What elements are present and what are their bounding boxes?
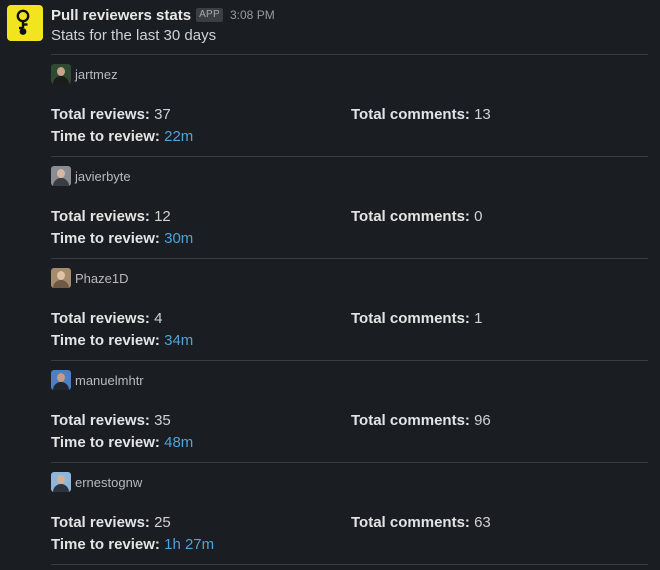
reviewer-user: javierbyte [51, 166, 131, 186]
total-comments: Total comments: 63 [351, 514, 491, 531]
total-comments-label: Total comments: [351, 412, 470, 429]
total-comments-label: Total comments: [351, 514, 470, 531]
avatar[interactable] [51, 268, 71, 288]
total-reviews: Total reviews: 37 [51, 106, 171, 123]
time-to-review-value[interactable]: 48m [164, 434, 193, 451]
total-reviews-label: Total reviews: [51, 208, 150, 225]
total-comments: Total comments: 0 [351, 208, 482, 225]
bot-message: Pull reviewers stats APP 3:08 PM Stats f… [0, 0, 660, 570]
total-comments-value: 96 [474, 412, 491, 429]
time-to-review-value[interactable]: 34m [164, 332, 193, 349]
reviewer-user: manuelmhtr [51, 370, 144, 390]
total-reviews-value: 4 [154, 310, 163, 327]
total-comments: Total comments: 96 [351, 412, 491, 429]
time-to-review: Time to review: 48m [51, 434, 193, 451]
total-comments-label: Total comments: [351, 310, 470, 327]
time-to-review-label: Time to review: [51, 434, 160, 451]
app-badge: APP [196, 8, 223, 22]
total-comments-value: 0 [474, 208, 483, 225]
reviewer-username[interactable]: javierbyte [75, 169, 131, 184]
sender-name[interactable]: Pull reviewers stats [51, 7, 191, 24]
reviewer-block: javierbyte Total reviews: 12 Total comme… [51, 157, 648, 258]
app-avatar[interactable] [7, 5, 43, 41]
time-to-review: Time to review: 34m [51, 332, 193, 349]
total-reviews: Total reviews: 25 [51, 514, 171, 531]
time-to-review-value[interactable]: 30m [164, 230, 193, 247]
reviewer-username[interactable]: Phaze1D [75, 271, 128, 286]
avatar[interactable] [51, 166, 71, 186]
total-comments-value: 13 [474, 106, 491, 123]
total-reviews-value: 12 [154, 208, 171, 225]
total-comments-value: 1 [474, 310, 483, 327]
message-subtitle: Stats for the last 30 days [51, 27, 217, 44]
total-reviews-value: 37 [154, 106, 171, 123]
message-header: Pull reviewers stats APP 3:08 PM [51, 5, 275, 25]
time-to-review-label: Time to review: [51, 128, 160, 145]
reviewer-block: ernestognw Total reviews: 25 Total comme… [51, 463, 648, 564]
reviewer-user: Phaze1D [51, 268, 128, 288]
git-branch-icon [16, 9, 30, 35]
total-reviews: Total reviews: 4 [51, 310, 162, 327]
reviewer-username[interactable]: manuelmhtr [75, 373, 144, 388]
total-comments-value: 63 [474, 514, 491, 531]
time-to-review-label: Time to review: [51, 230, 160, 247]
reviewer-block: Phaze1D Total reviews: 4 Total comments:… [51, 259, 648, 360]
total-reviews-value: 25 [154, 514, 171, 531]
total-reviews: Total reviews: 35 [51, 412, 171, 429]
time-to-review-value[interactable]: 22m [164, 128, 193, 145]
total-comments-label: Total comments: [351, 208, 470, 225]
time-to-review: Time to review: 22m [51, 128, 193, 145]
time-to-review-label: Time to review: [51, 536, 160, 553]
reviewer-user: jartmez [51, 64, 118, 84]
time-to-review-label: Time to review: [51, 332, 160, 349]
total-reviews-value: 35 [154, 412, 171, 429]
time-to-review: Time to review: 30m [51, 230, 193, 247]
reviewer-username[interactable]: jartmez [75, 67, 118, 82]
total-comments-label: Total comments: [351, 106, 470, 123]
reviewer-username[interactable]: ernestognw [75, 475, 142, 490]
avatar[interactable] [51, 64, 71, 84]
total-reviews-label: Total reviews: [51, 412, 150, 429]
avatar[interactable] [51, 472, 71, 492]
divider [51, 564, 648, 565]
message-timestamp[interactable]: 3:08 PM [230, 8, 275, 22]
time-to-review-value[interactable]: 1h 27m [164, 536, 214, 553]
reviewer-user: ernestognw [51, 472, 142, 492]
reviewer-block: manuelmhtr Total reviews: 35 Total comme… [51, 361, 648, 462]
time-to-review: Time to review: 1h 27m [51, 536, 214, 553]
total-comments: Total comments: 13 [351, 106, 491, 123]
total-reviews-label: Total reviews: [51, 514, 150, 531]
total-reviews-label: Total reviews: [51, 106, 150, 123]
total-comments: Total comments: 1 [351, 310, 482, 327]
total-reviews: Total reviews: 12 [51, 208, 171, 225]
reviewer-block: jartmez Total reviews: 37 Total comments… [51, 55, 648, 156]
total-reviews-label: Total reviews: [51, 310, 150, 327]
avatar[interactable] [51, 370, 71, 390]
